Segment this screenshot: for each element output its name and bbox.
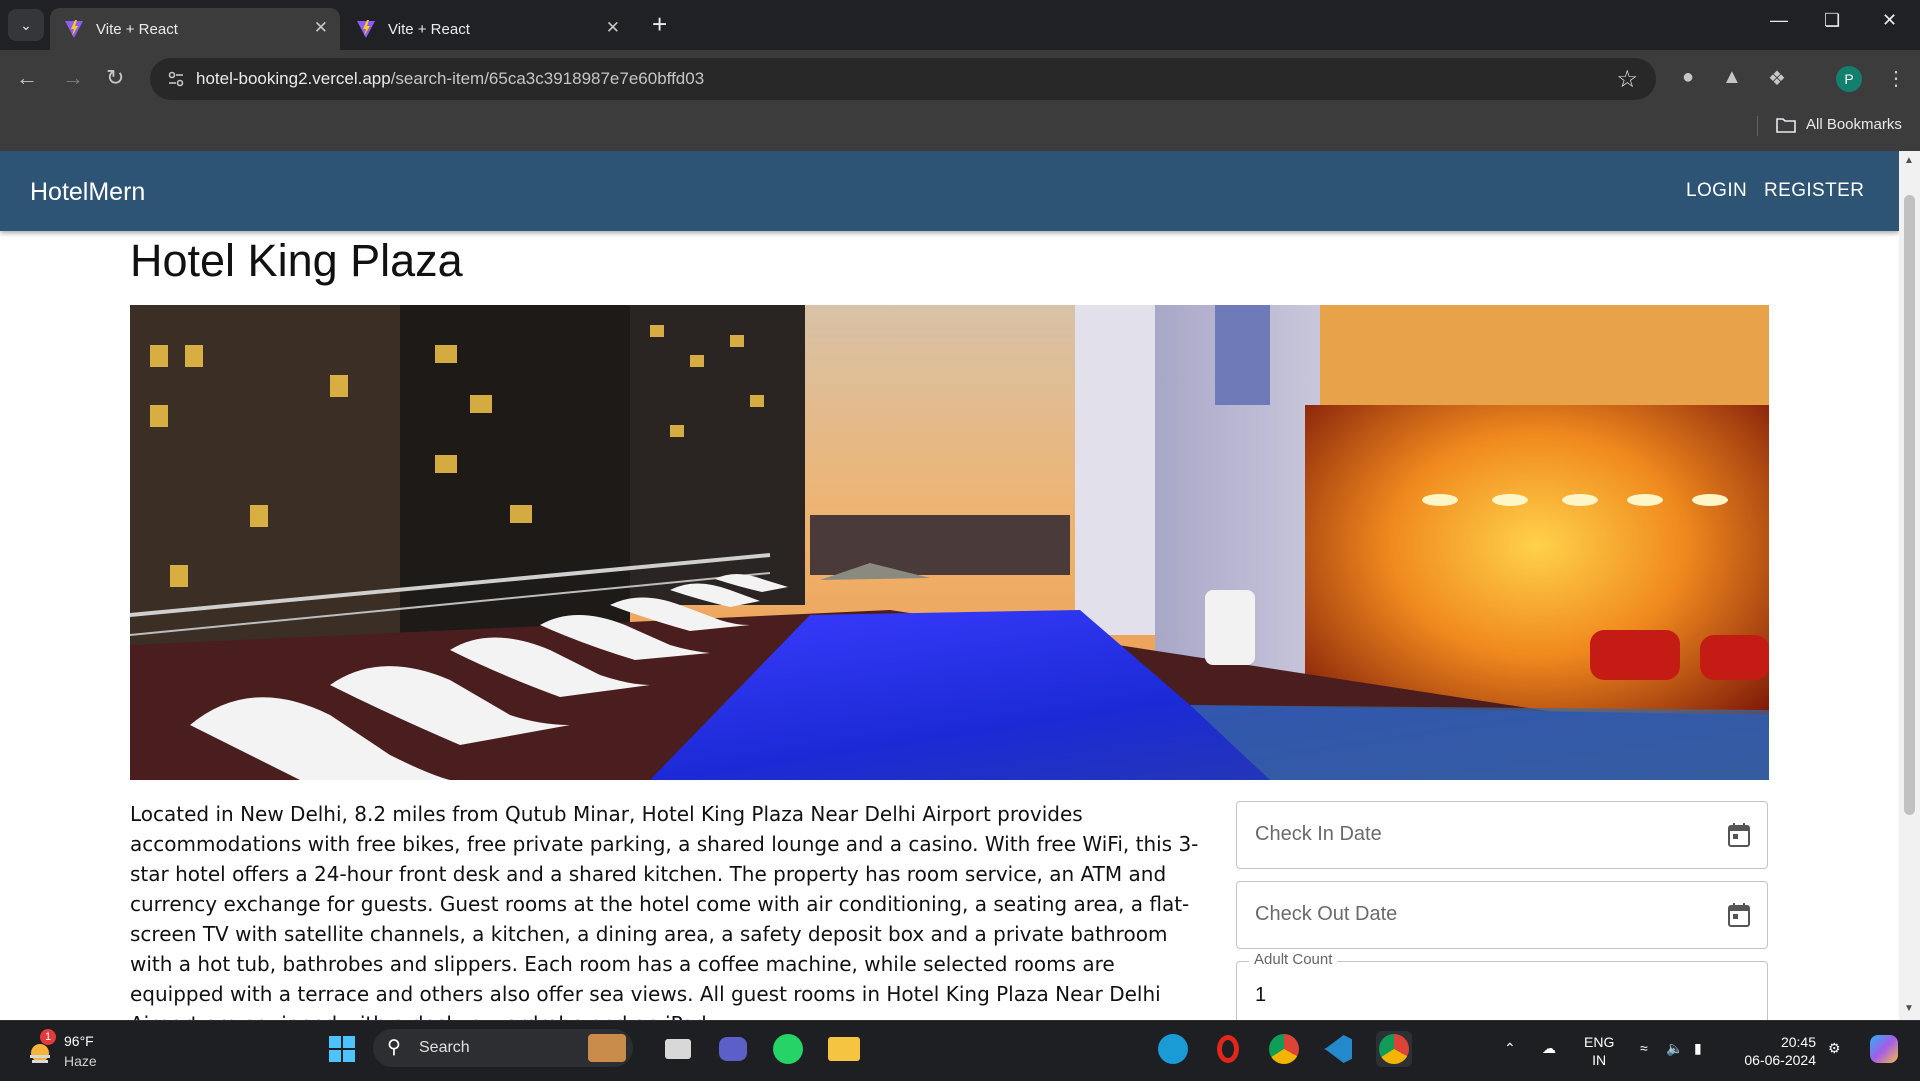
vite-favicon-icon [65,20,83,38]
opera-icon[interactable] [1210,1031,1246,1067]
calendar-icon[interactable] [1727,822,1751,848]
extension-icon[interactable]: ● [1682,66,1694,89]
profile-avatar[interactable]: P [1836,66,1862,92]
search-label: Search [419,1039,470,1056]
whatsapp-icon[interactable] [770,1031,806,1067]
check-in-placeholder: Check In Date [1255,823,1382,845]
extension-icon[interactable]: ▲ [1722,66,1742,89]
weather-badge: 1 [40,1029,56,1045]
battery-icon[interactable]: ▮ [1694,1039,1702,1057]
page-scrollbar[interactable]: ▲ ▼ [1899,151,1920,1020]
chevron-down-icon: ⌄ [20,16,32,33]
clock-date: 06-06-2024 [1744,1052,1816,1068]
site-settings-icon[interactable] [166,69,186,89]
scroll-up-icon[interactable]: ▲ [1904,155,1914,166]
window-close-icon[interactable]: ✕ [1882,10,1897,31]
bookmarks-divider [1757,116,1758,136]
clock-time: 20:45 [1780,1034,1816,1050]
all-bookmarks-label: All Bookmarks [1806,116,1902,133]
minimize-icon[interactable]: — [1770,10,1788,31]
folder-icon [1776,117,1796,133]
edge-icon[interactable] [1155,1031,1191,1067]
all-bookmarks-button[interactable]: All Bookmarks [1776,116,1902,133]
url-text: hotel-booking2.vercel.app/search-item/65… [196,69,704,89]
notification-icon[interactable]: ⚙ [1828,1039,1841,1057]
back-icon[interactable]: ← [16,66,38,90]
tab-title: Vite + React [388,20,470,38]
wifi-icon[interactable]: ≈ [1640,1039,1648,1057]
chrome-icon[interactable] [1266,1031,1302,1067]
browser-chrome: ⌄ Vite + React ✕ Vite + React ✕ + — ❏ ✕ … [0,0,1920,151]
forward-icon[interactable]: → [62,66,84,90]
hotel-pool-photo [130,305,1769,780]
calendar-icon[interactable] [1727,902,1751,928]
task-view-icon[interactable] [660,1031,696,1067]
extensions-puzzle-icon[interactable]: ❖ [1768,66,1786,91]
scroll-down-icon[interactable]: ▼ [1904,1003,1914,1014]
login-link[interactable]: LOGIN [1686,180,1747,202]
file-explorer-icon[interactable] [826,1031,862,1067]
adult-count-field[interactable]: Adult Count 1 [1236,951,1768,1020]
address-bar[interactable]: hotel-booking2.vercel.app/search-item/65… [150,58,1656,100]
hotel-image [130,305,1769,780]
hotel-title: Hotel King Plaza [130,235,463,286]
tab-close-icon[interactable]: ✕ [606,18,620,38]
tab-strip: ⌄ Vite + React ✕ Vite + React ✕ + — ❏ ✕ [0,0,1920,50]
weather-widget[interactable]: 1 96°F Haze [20,1029,110,1073]
region-code: IN [1592,1052,1607,1068]
chrome-profile-icon[interactable] [1376,1031,1412,1067]
adult-count-value: 1 [1255,984,1267,1006]
tray-overflow-icon[interactable]: ⌃ [1504,1039,1516,1057]
restore-icon[interactable]: ❏ [1824,10,1840,31]
tab-close-icon[interactable]: ✕ [314,18,328,38]
taskbar-search[interactable]: ⚲ Search [373,1029,633,1067]
search-icon: ⚲ [387,1037,401,1058]
tab-active[interactable]: Vite + React ✕ [50,8,340,50]
check-out-placeholder: Check Out Date [1255,903,1398,925]
windows-taskbar: 1 96°F Haze ⚲ Search ⌃ ☁ ENG IN ≈ 🔈 ▮ 20… [0,1020,1920,1081]
vscode-icon[interactable] [1320,1031,1356,1067]
register-link[interactable]: REGISTER [1764,180,1864,202]
copilot-icon[interactable] [1866,1031,1902,1067]
check-out-date-field[interactable]: Check Out Date [1236,881,1768,949]
url-host: hotel-booking2.vercel.app [196,69,391,88]
tab-title: Vite + React [96,20,178,38]
language-code: ENG [1584,1034,1615,1050]
language-indicator[interactable]: ENG IN [1584,1033,1614,1069]
weather-temp: 96°F [64,1033,94,1049]
windows-start-icon[interactable] [324,1031,360,1067]
onedrive-icon[interactable]: ☁ [1542,1039,1556,1057]
adult-count-label: Adult Count [1249,951,1338,968]
reload-icon[interactable]: ↻ [106,66,124,90]
bookmark-star-icon[interactable]: ☆ [1616,65,1638,94]
page-viewport: HotelMern LOGIN REGISTER Hotel King Plaz… [0,151,1899,1020]
new-tab-button[interactable]: + [652,10,667,38]
weather-desc: Haze [64,1053,97,1069]
clock[interactable]: 20:45 06-06-2024 [1736,1033,1816,1069]
tab-search-button[interactable]: ⌄ [8,9,44,41]
hotel-description: Located in New Delhi, 8.2 miles from Qut… [130,802,1199,1020]
app-header: HotelMern LOGIN REGISTER [0,151,1899,231]
menu-kebab-icon[interactable]: ⋮ [1886,66,1906,91]
volume-icon[interactable]: 🔈 [1666,1039,1683,1057]
scrollbar-thumb[interactable] [1904,195,1915,815]
search-highlight-icon [588,1034,626,1062]
vite-favicon-icon [357,20,375,38]
check-in-date-field[interactable]: Check In Date [1236,801,1768,869]
url-path: /search-item/65ca3c3918987e7e60bffd03 [390,69,705,88]
brand-logo[interactable]: HotelMern [30,178,145,207]
teams-chat-icon[interactable] [715,1031,751,1067]
tab-inactive[interactable]: Vite + React ✕ [342,8,632,50]
